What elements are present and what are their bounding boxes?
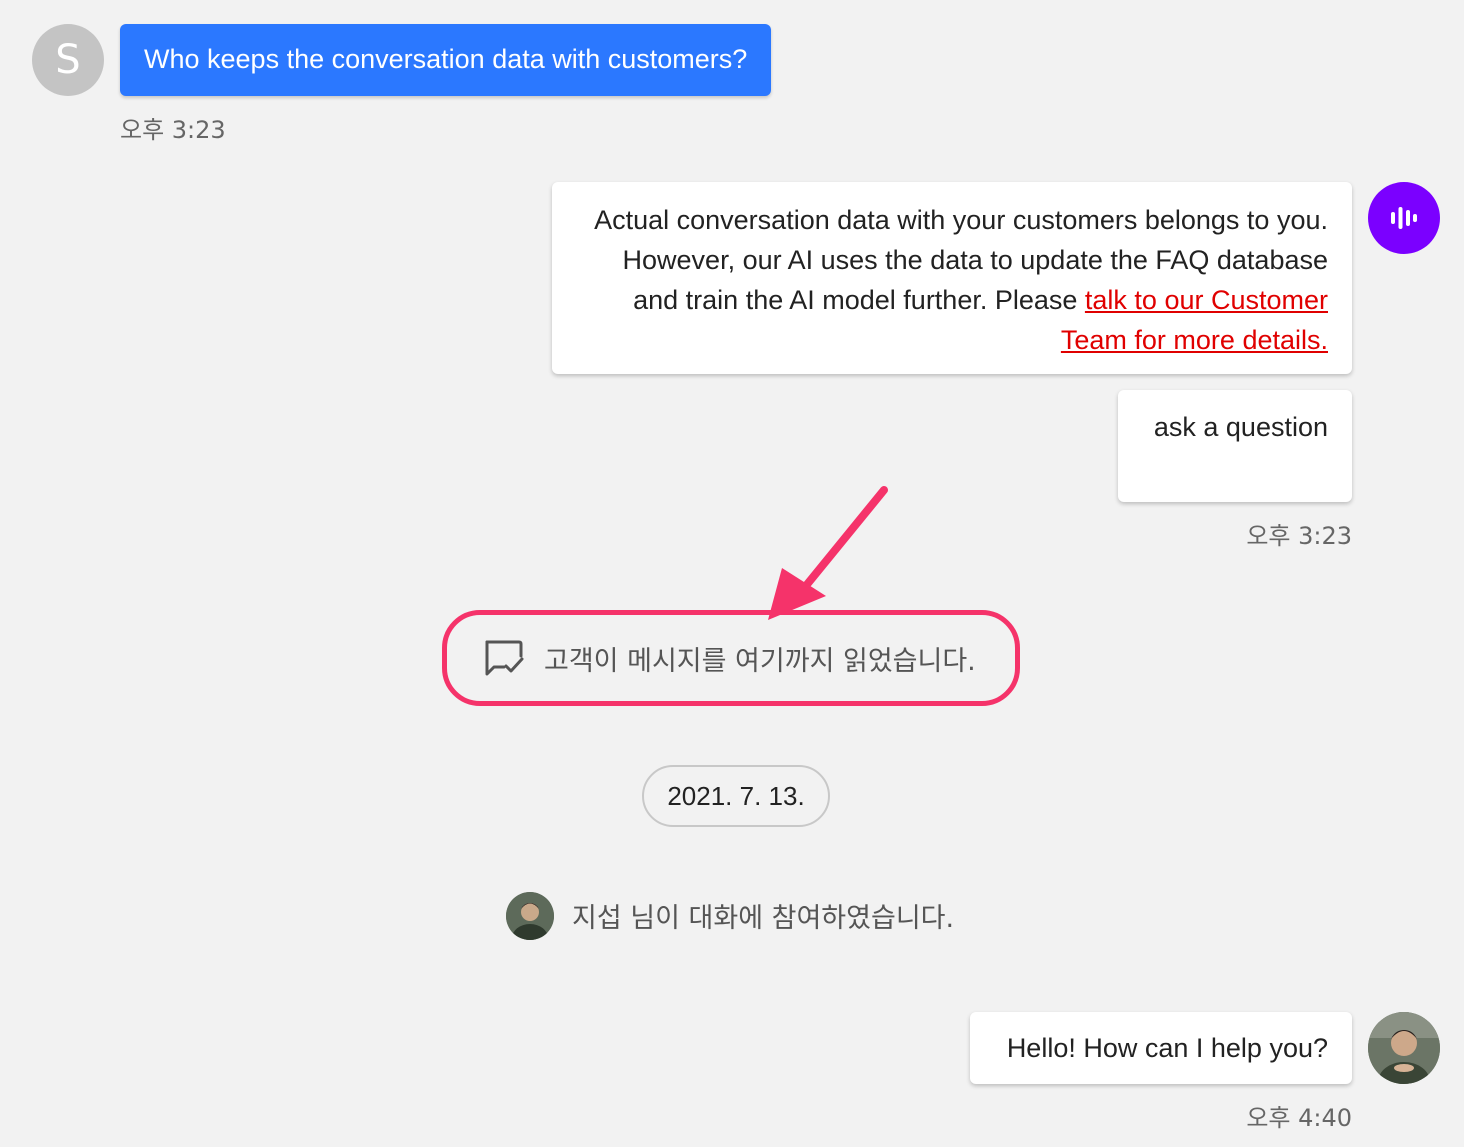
person-photo-icon: [1368, 1012, 1440, 1084]
read-receipt: 고객이 메시지를 여기까지 읽었습니다.: [482, 636, 976, 680]
customer-team-link[interactable]: talk to our Customer Team for more detai…: [1061, 285, 1328, 355]
agent-message-time: 오후 4:40: [1246, 1104, 1352, 1132]
bot-avatar: [1368, 182, 1440, 254]
agent-join-text: 지섭 님이 대화에 참여하였습니다.: [572, 903, 955, 934]
customer-message-text: Who keeps the conversation data with cus…: [144, 44, 748, 74]
customer-message-bubble: Who keeps the conversation data with cus…: [120, 24, 772, 96]
customer-avatar: S: [32, 24, 104, 96]
date-separator: 2021. 7. 13.: [642, 765, 830, 827]
agent-join-avatar: [506, 892, 554, 940]
customer-message-time: 오후 3:23: [120, 116, 226, 144]
ask-question-label: ask a question: [1153, 412, 1328, 442]
person-photo-icon: [506, 892, 554, 940]
voice-bars-icon: [1391, 207, 1417, 229]
customer-avatar-initial: S: [55, 37, 81, 83]
read-receipt-text: 고객이 메시지를 여기까지 읽었습니다.: [544, 645, 976, 677]
date-separator-text: 2021. 7. 13.: [667, 780, 805, 811]
agent-message-bubble: Hello! How can I help you?: [970, 1012, 1352, 1084]
agent-avatar: [1368, 1012, 1440, 1084]
bot-message-bubble: Actual conversation data with your custo…: [552, 182, 1352, 374]
agent-message-text: Hello! How can I help you?: [1006, 1033, 1328, 1063]
message-check-icon: [485, 640, 524, 676]
ask-question-button[interactable]: ask a question: [1118, 390, 1352, 502]
annotation-arrow-icon: [768, 486, 888, 620]
bot-message-time: 오후 3:23: [1246, 522, 1352, 550]
